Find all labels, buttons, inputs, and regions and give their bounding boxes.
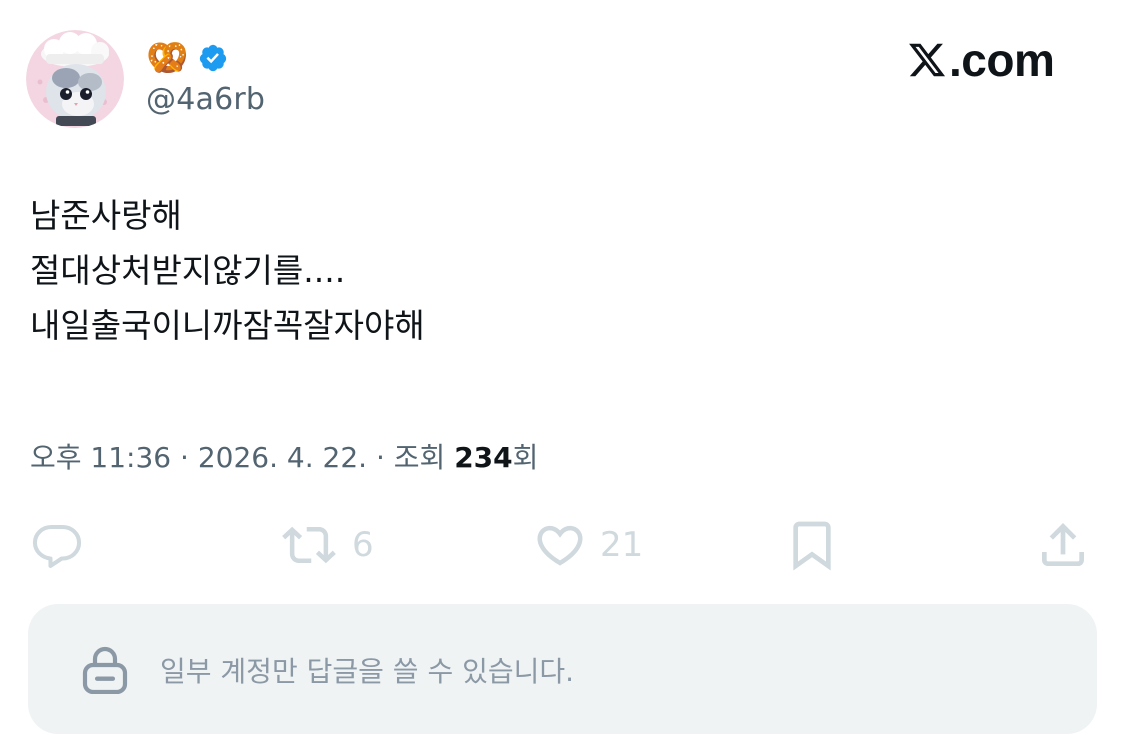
avatar[interactable] bbox=[26, 30, 124, 128]
action-bar: 6 21 bbox=[0, 514, 1125, 576]
tweet-date[interactable]: 2026. 4. 22. bbox=[198, 441, 367, 474]
meta-separator: · bbox=[375, 441, 385, 474]
lock-icon bbox=[82, 646, 128, 694]
retweet-icon bbox=[282, 526, 336, 564]
x-domain-text: .com bbox=[949, 34, 1055, 86]
cat-avatar-image bbox=[26, 30, 124, 128]
share-icon bbox=[1042, 523, 1084, 566]
bookmark-icon bbox=[793, 521, 831, 571]
share-button[interactable] bbox=[1034, 514, 1092, 576]
heart-icon bbox=[537, 525, 583, 566]
display-name[interactable]: 🥨 bbox=[146, 38, 228, 78]
tweet-line: 내일출국이니까잠꼭잘자야해 bbox=[30, 306, 425, 345]
speech-bubble-icon bbox=[32, 524, 82, 568]
retweet-count: 6 bbox=[352, 525, 374, 565]
views-suffix: 회 bbox=[512, 441, 539, 474]
meta-separator: · bbox=[180, 441, 189, 474]
x-logo-icon bbox=[909, 43, 946, 77]
tweet-line: 절대상처받지않기를.... bbox=[30, 251, 346, 290]
user-handle[interactable]: @4a6rb bbox=[146, 82, 265, 117]
tweet-text: 남준사랑해 절대상처받지않기를.... 내일출국이니까잠꼭잘자야해 bbox=[30, 188, 425, 353]
views-count: 234 bbox=[454, 441, 513, 474]
tweet-meta: 오후 11:36 · 2026. 4. 22. · 조회 234회 bbox=[30, 436, 538, 476]
reply-restriction-text: 일부 계정만 답글을 쓸 수 있습니다. bbox=[160, 655, 575, 688]
bookmark-button[interactable] bbox=[784, 514, 840, 576]
retweet-button[interactable]: 6 bbox=[276, 514, 374, 576]
tweet-time[interactable]: 오후 11:36 bbox=[30, 441, 171, 474]
like-count: 21 bbox=[600, 525, 644, 565]
reply-button[interactable] bbox=[28, 514, 86, 576]
verified-badge-icon bbox=[200, 44, 227, 72]
pretzel-emoji-icon: 🥨 bbox=[146, 38, 189, 78]
like-button[interactable]: 21 bbox=[530, 514, 643, 576]
tweet-line: 남준사랑해 bbox=[30, 196, 182, 235]
x-com-logo: .com bbox=[906, 34, 1055, 86]
views-label: 조회 bbox=[393, 441, 446, 474]
